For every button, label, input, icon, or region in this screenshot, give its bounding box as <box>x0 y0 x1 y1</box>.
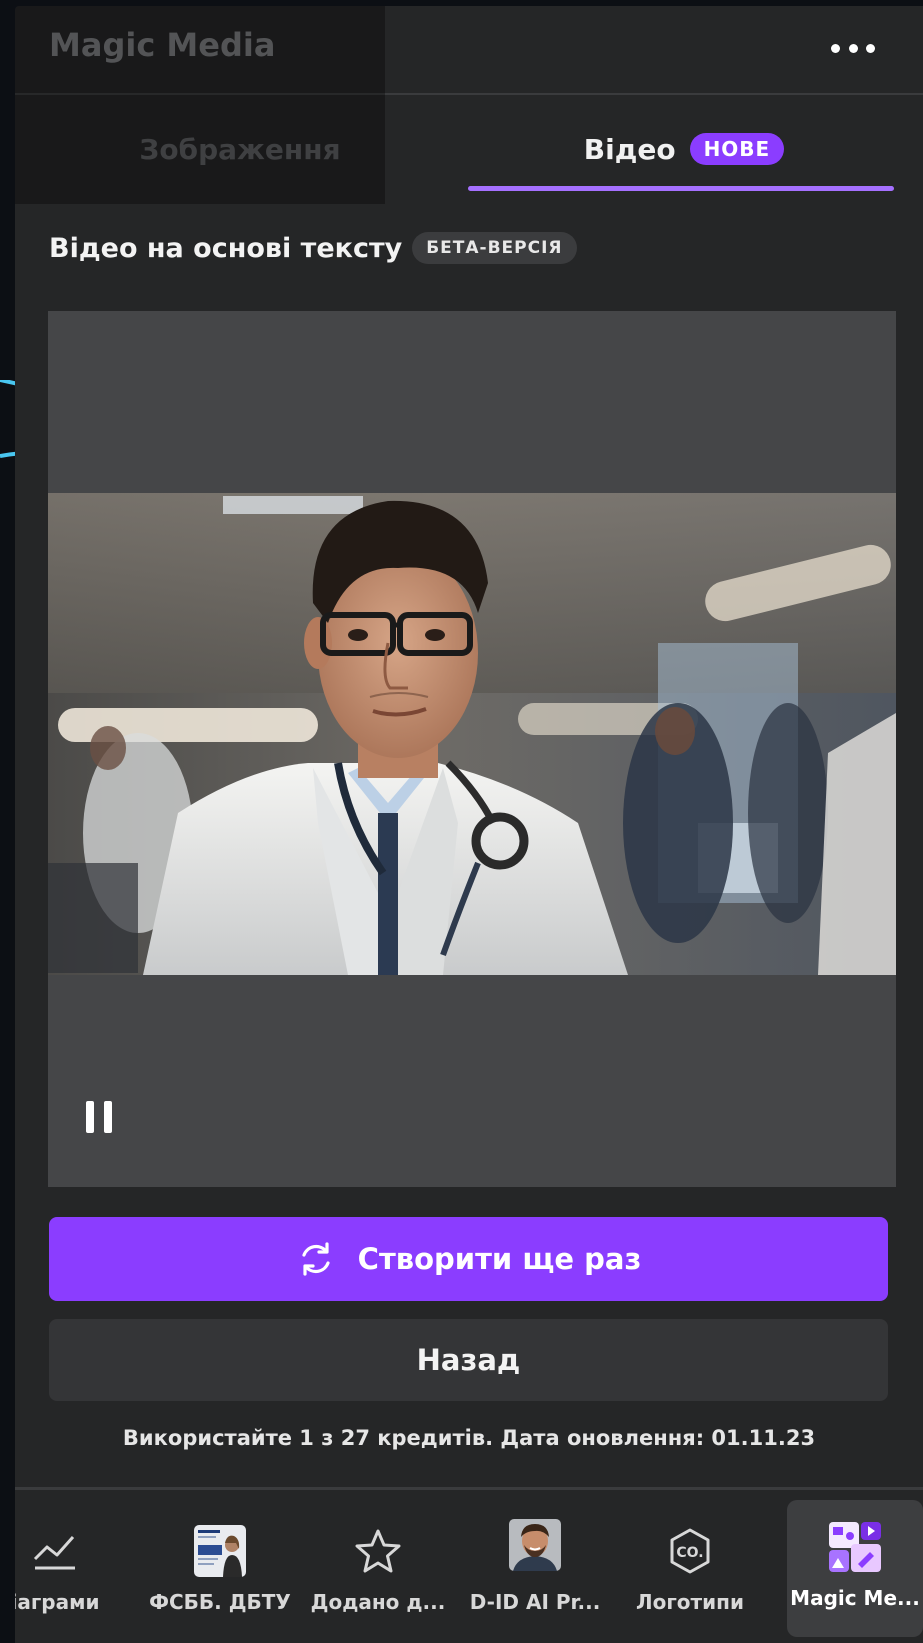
magic-media-panel: Magic Media Зображення Відео НОВЕ Відео … <box>15 6 923 1643</box>
section-header: Відео на основі тексту БЕТА-ВЕРСІЯ <box>49 228 577 268</box>
back-button[interactable]: Назад <box>49 1319 888 1401</box>
regenerate-button-label: Створити ще раз <box>357 1242 642 1276</box>
nav-item-charts[interactable]: іаграми <box>15 1490 115 1643</box>
document-thumbnail-icon <box>193 1524 247 1578</box>
nav-item-logos[interactable]: CO. Логотипи <box>615 1490 765 1643</box>
video-player[interactable] <box>48 311 896 1187</box>
nav-item-label: ФСББ. ДБТУ <box>149 1590 291 1614</box>
back-button-label: Назад <box>416 1343 521 1377</box>
nav-item-magic-media[interactable]: Magic Me... <box>787 1500 923 1637</box>
line-chart-icon <box>28 1524 82 1578</box>
tab-images-label: Зображення <box>139 132 341 166</box>
nav-item-fsbb[interactable]: ФСББ. ДБТУ <box>130 1490 310 1643</box>
credits-note: Використайте 1 з 27 кредитів. Дата оновл… <box>122 1426 816 1450</box>
more-options-icon[interactable] <box>831 32 875 64</box>
magic-media-icon <box>828 1520 882 1574</box>
nav-item-label: D-ID AI Pr... <box>469 1590 601 1614</box>
regenerate-button[interactable]: Створити ще раз <box>49 1217 888 1301</box>
new-badge: НОВЕ <box>689 133 785 165</box>
nav-item-label: Додано д... <box>310 1590 446 1614</box>
panel-header: Magic Media <box>15 6 923 94</box>
refresh-icon <box>302 1242 330 1276</box>
active-tab-indicator <box>468 186 894 191</box>
nav-item-label: Magic Me... <box>790 1586 920 1610</box>
nav-item-did[interactable]: D-ID AI Pr... <box>455 1490 615 1643</box>
tab-images[interactable]: Зображення <box>15 95 465 203</box>
panel-title: Magic Media <box>49 26 276 64</box>
bottom-nav: іаграми ФСББ. ДБТУ Додано д... D-ID AI P… <box>15 1490 923 1643</box>
pause-icon[interactable] <box>86 1101 112 1133</box>
nav-item-label: Логотипи <box>636 1590 744 1614</box>
avatar-thumbnail-icon <box>508 1518 562 1572</box>
nav-item-label: іаграми <box>15 1590 100 1614</box>
generated-video-frame <box>48 493 896 975</box>
svg-text:CO.: CO. <box>676 1545 703 1561</box>
tab-video-label: Відео <box>583 132 676 166</box>
star-icon <box>351 1524 405 1578</box>
section-title: Відео на основі тексту <box>49 232 403 264</box>
nav-item-added[interactable]: Додано д... <box>303 1490 453 1643</box>
beta-badge: БЕТА-ВЕРСІЯ <box>412 232 577 264</box>
co-logo-icon: CO. <box>663 1524 717 1578</box>
